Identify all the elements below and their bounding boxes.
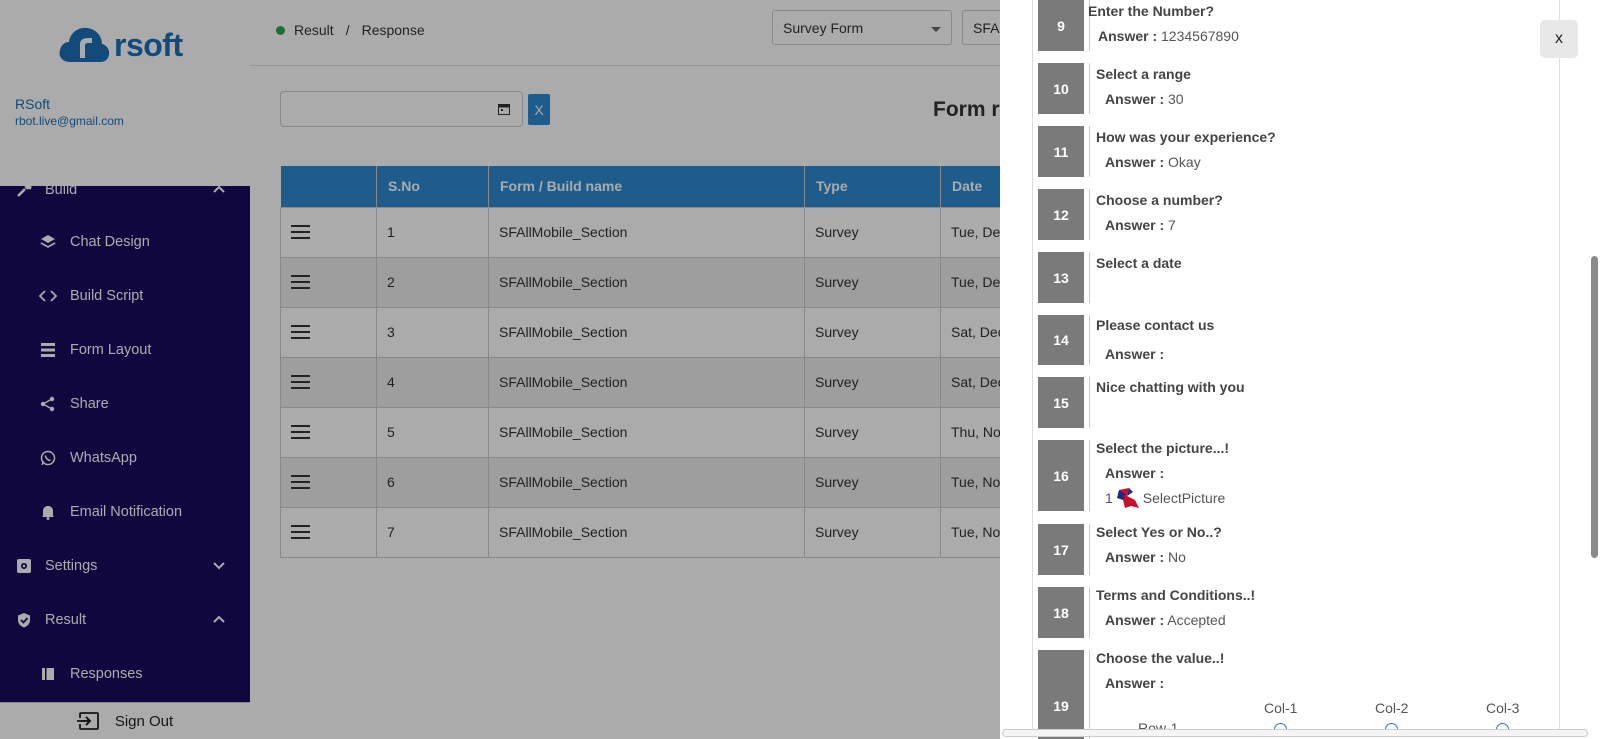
question-answer: Answer : Okay — [1105, 154, 1201, 170]
question-answer: Answer : Accepted — [1105, 612, 1226, 628]
answer-label: Answer : — [1105, 612, 1165, 628]
question-number: 14 — [1038, 315, 1084, 365]
question-divider — [1089, 189, 1090, 240]
grid-column-header: Col-1 — [1264, 700, 1298, 716]
question-answer: Answer : 1234567890 — [1098, 28, 1239, 44]
question-divider — [1089, 377, 1090, 428]
question-number: 16 — [1038, 440, 1084, 511]
answer-label: Answer : — [1105, 154, 1165, 170]
question-title: Select a range — [1096, 66, 1191, 82]
question-answer: Answer : — [1105, 346, 1164, 362]
question-divider — [1089, 587, 1090, 638]
question-number: 12 — [1038, 189, 1084, 240]
question-number: 17 — [1038, 524, 1084, 575]
question-title: Terms and Conditions..! — [1096, 587, 1256, 603]
response-detail-panel: 9 Enter the Number? Answer : 1234567890 … — [1000, 0, 1600, 739]
answer-label: Answer : — [1105, 675, 1165, 691]
question-divider — [1089, 650, 1090, 739]
horizontal-scrollbar[interactable] — [1002, 729, 1588, 737]
question-title: How was your experience? — [1096, 129, 1276, 145]
question-answer: Answer : No — [1105, 549, 1186, 565]
answer-value: 7 — [1168, 217, 1176, 233]
question-title: Please contact us — [1096, 317, 1215, 333]
answer-label: Answer : — [1105, 346, 1165, 362]
answer-label: Answer : — [1098, 28, 1158, 44]
answer-value: Okay — [1168, 154, 1201, 170]
answer-value: 1234567890 — [1161, 28, 1239, 44]
question-title: Select Yes or No..? — [1096, 524, 1222, 540]
picture-answer: 1 SelectPicture — [1105, 486, 1225, 510]
vertical-scrollbar-thumb[interactable] — [1591, 256, 1598, 558]
question-answer: Answer : — [1105, 465, 1164, 481]
picture-index: 1 — [1105, 490, 1113, 506]
superhero-picture-icon — [1116, 488, 1139, 508]
answer-value: No — [1168, 549, 1186, 565]
answer-label: Answer : — [1105, 549, 1165, 565]
question-number: 13 — [1038, 252, 1084, 303]
answer-label: Answer : — [1105, 217, 1165, 233]
question-title: Select a date — [1096, 255, 1182, 271]
answer-value: 30 — [1168, 91, 1184, 107]
answer-label: Answer : — [1105, 465, 1165, 481]
question-number: 9 — [1038, 0, 1084, 51]
grid-column-header: Col-2 — [1375, 700, 1409, 716]
answer-label: Answer : — [1105, 91, 1165, 107]
question-title: Choose a number? — [1096, 192, 1223, 208]
question-number: 15 — [1038, 377, 1084, 428]
question-divider — [1089, 252, 1090, 303]
question-title: Select the picture...! — [1096, 440, 1230, 456]
question-number: 18 — [1038, 587, 1084, 638]
close-panel-button[interactable]: x — [1540, 20, 1578, 58]
question-title: Enter the Number? — [1088, 3, 1215, 19]
grid-column-header: Col-3 — [1486, 700, 1520, 716]
question-divider — [1089, 63, 1090, 114]
question-number: 19 — [1038, 650, 1084, 739]
question-title: Choose the value..! — [1096, 650, 1225, 666]
question-divider — [1089, 315, 1090, 365]
question-answer: Answer : — [1105, 675, 1164, 691]
question-answer: Answer : 7 — [1105, 217, 1176, 233]
question-number: 10 — [1038, 63, 1084, 114]
picture-label: SelectPicture — [1142, 490, 1226, 506]
answer-value: Accepted — [1167, 612, 1226, 628]
question-title: Nice chatting with you — [1096, 379, 1245, 395]
question-divider — [1089, 440, 1090, 511]
question-number: 11 — [1038, 126, 1084, 177]
question-answer: Answer : 30 — [1105, 91, 1184, 107]
question-divider — [1089, 126, 1090, 177]
question-divider — [1089, 524, 1090, 575]
